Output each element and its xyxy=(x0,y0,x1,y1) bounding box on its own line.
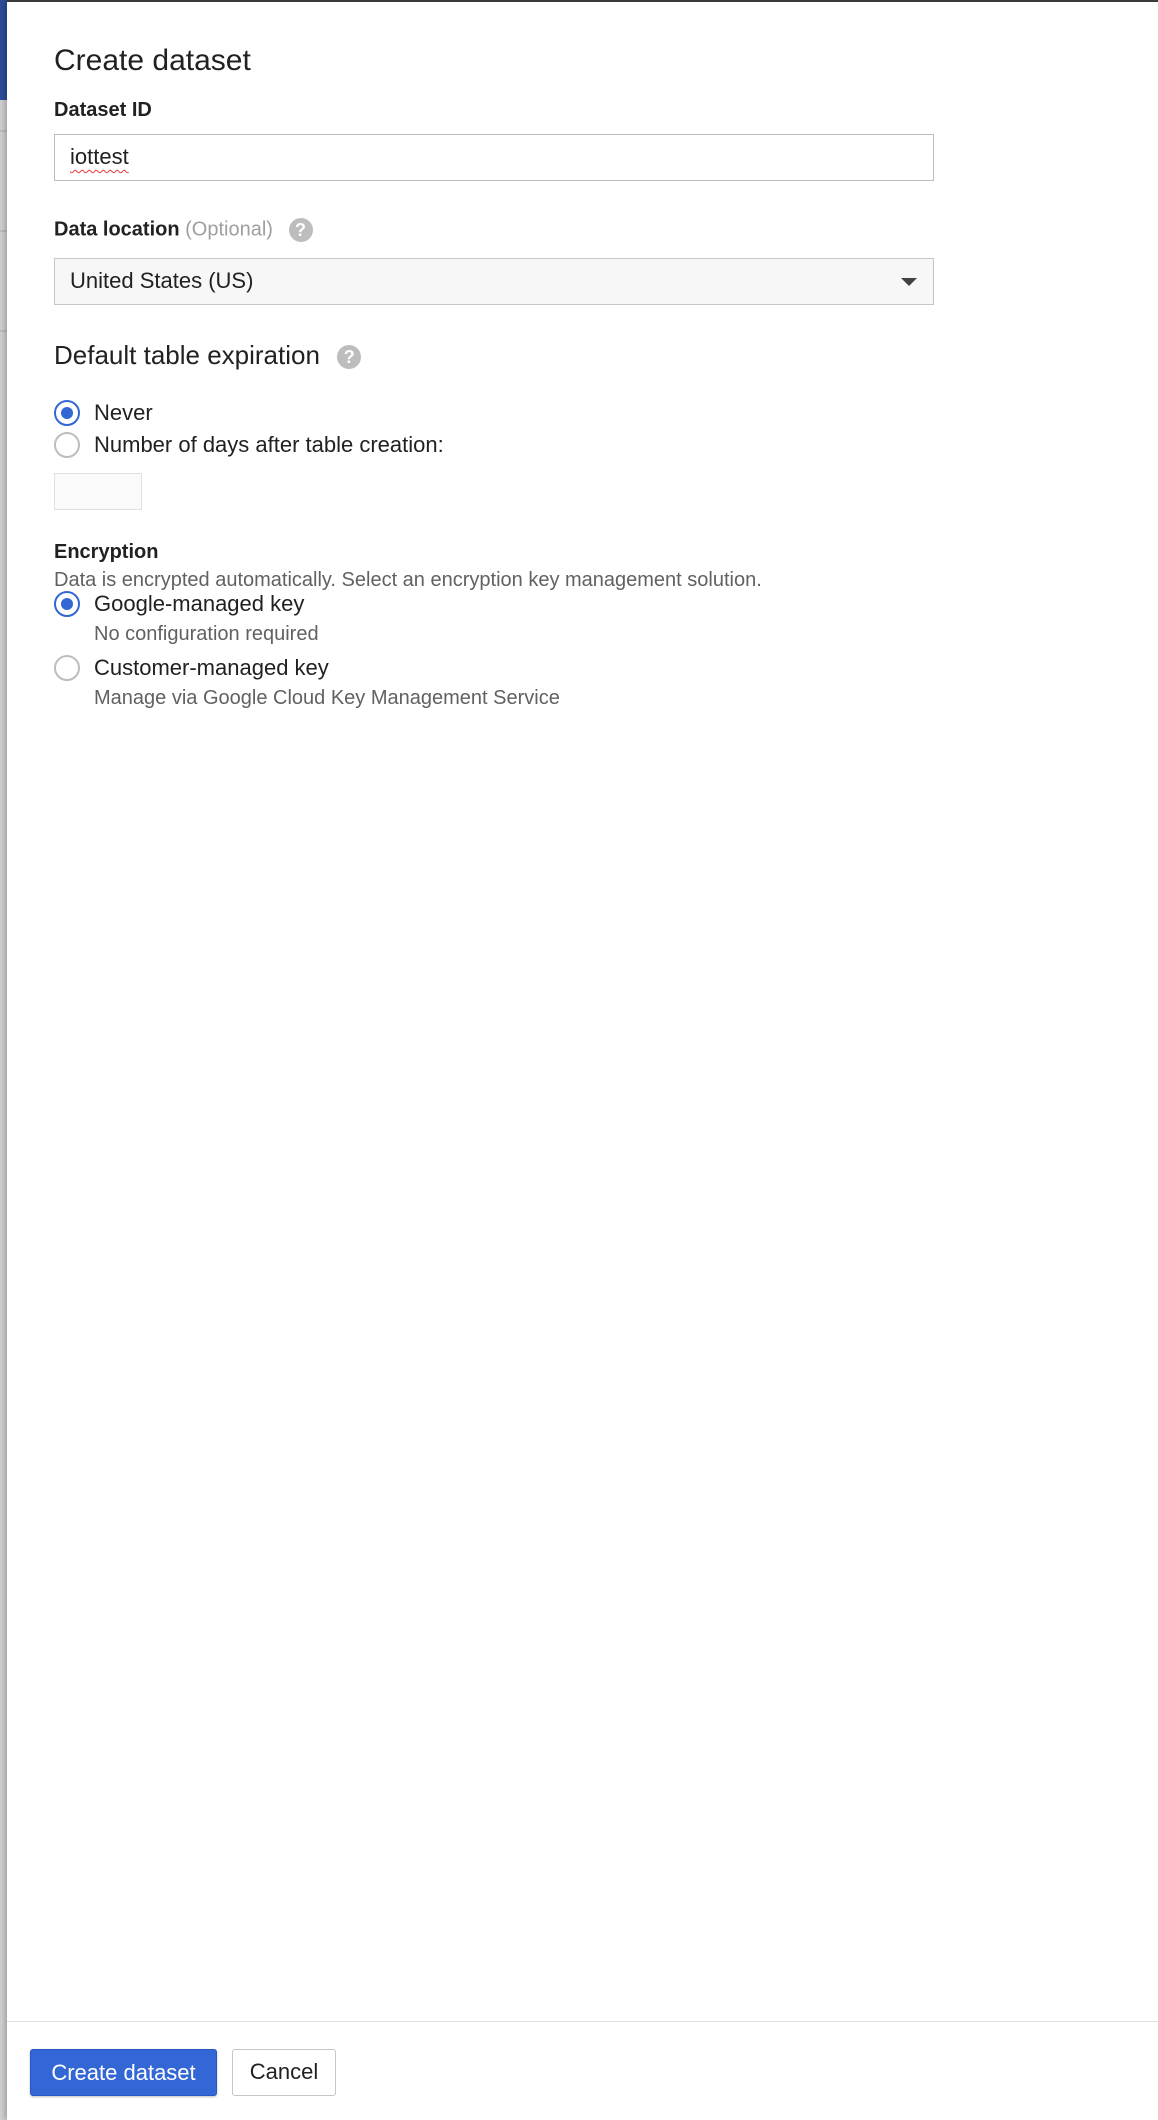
google-managed-key-label: Google-managed key xyxy=(94,591,305,616)
expiration-never-option[interactable]: Never xyxy=(54,400,153,426)
data-location-label-row: Data location (Optional) ? xyxy=(54,218,313,242)
background-divider xyxy=(0,130,7,132)
dataset-id-label: Dataset ID xyxy=(54,99,152,121)
expiration-days-input[interactable] xyxy=(54,473,142,510)
dataset-id-value: iottest xyxy=(70,144,129,169)
background-app-strip xyxy=(0,0,7,2120)
expiration-days-option[interactable]: Number of days after table creation: xyxy=(54,432,444,458)
customer-managed-key-label: Customer-managed key xyxy=(94,655,329,680)
data-location-label: Data location xyxy=(54,218,180,241)
google-managed-key-sublabel: No configuration required xyxy=(94,623,319,645)
help-circle-icon[interactable]: ? xyxy=(337,345,362,370)
footer-divider xyxy=(7,2021,1158,2022)
background-divider xyxy=(0,330,7,332)
create-dataset-button[interactable]: Create dataset xyxy=(30,2049,217,2096)
data-location-select[interactable]: United States (US) xyxy=(54,258,934,305)
customer-managed-key-sublabel: Manage via Google Cloud Key Management S… xyxy=(94,687,560,709)
encryption-description: Data is encrypted automatically. Select … xyxy=(54,569,762,591)
table-expiration-heading: Default table expiration xyxy=(54,340,320,370)
table-expiration-heading-row: Default table expiration ? xyxy=(54,340,362,371)
background-app-header xyxy=(0,0,7,100)
expiration-days-radio[interactable] xyxy=(54,432,80,458)
customer-managed-key-radio[interactable] xyxy=(54,655,80,681)
help-circle-icon[interactable]: ? xyxy=(288,218,313,242)
chevron-down-icon xyxy=(901,278,917,286)
cancel-button[interactable]: Cancel xyxy=(232,2049,336,2096)
google-managed-key-radio[interactable] xyxy=(54,591,80,617)
expiration-never-label: Never xyxy=(94,400,153,425)
dialog-title: Create dataset xyxy=(54,44,251,77)
optional-label: (Optional) xyxy=(185,218,273,241)
expiration-days-label: Number of days after table creation: xyxy=(94,432,444,457)
data-location-selected: United States (US) xyxy=(70,268,254,293)
encryption-label: Encryption xyxy=(54,541,159,563)
panel-top-border xyxy=(7,0,1158,2)
background-divider xyxy=(0,230,7,232)
dataset-id-input[interactable]: iottest xyxy=(54,134,934,181)
customer-managed-key-option[interactable]: Customer-managed key xyxy=(54,655,329,681)
google-managed-key-option[interactable]: Google-managed key xyxy=(54,591,304,617)
create-dataset-panel: Create dataset Dataset ID iottest Data l… xyxy=(7,0,1158,2120)
expiration-never-radio[interactable] xyxy=(54,400,80,426)
